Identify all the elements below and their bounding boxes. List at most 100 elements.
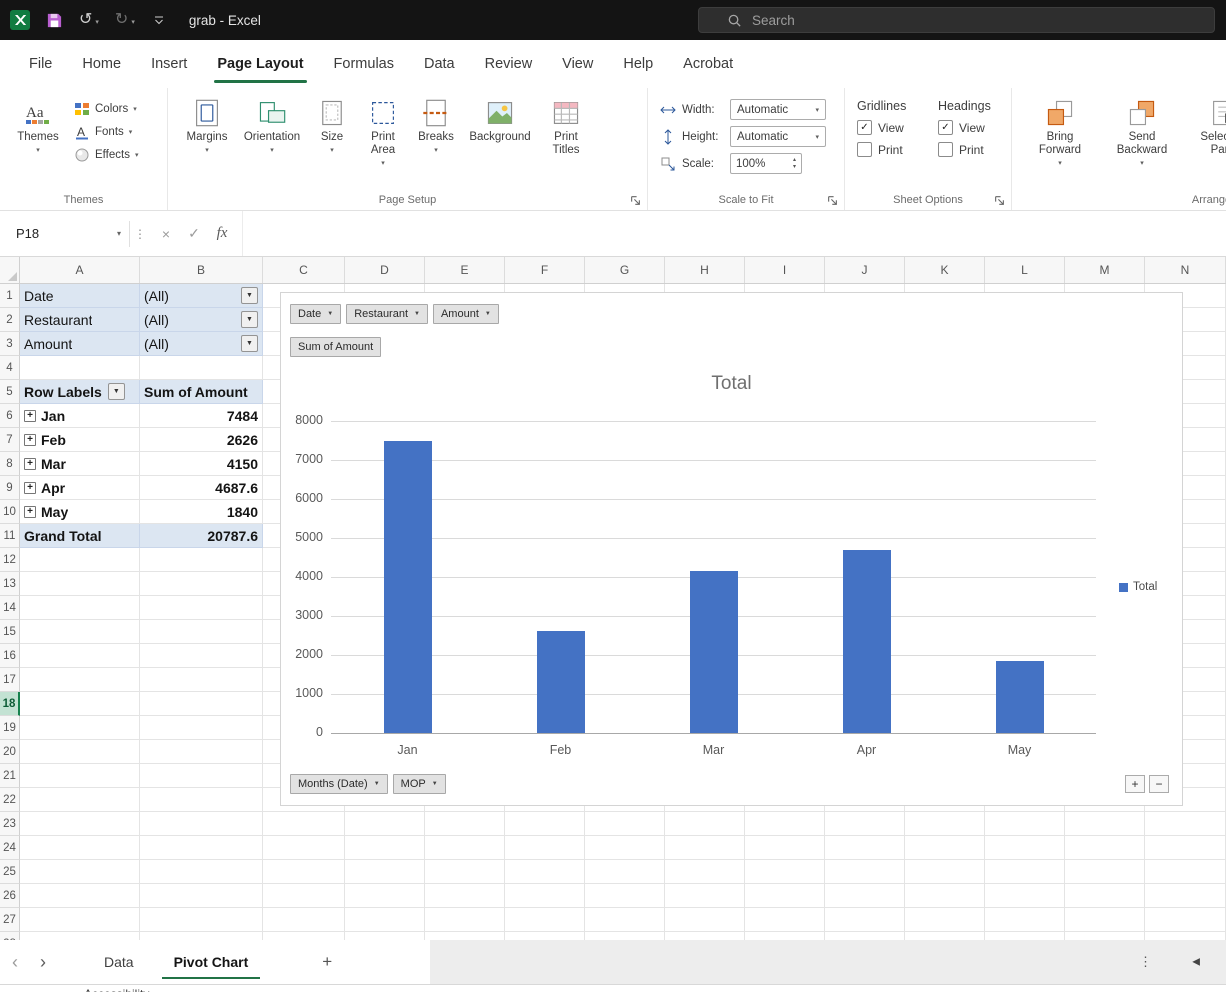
cell-B5[interactable]: Sum of Amount — [140, 380, 263, 404]
column-header-D[interactable]: D — [345, 257, 425, 283]
cell-H25[interactable] — [665, 860, 745, 884]
cell-M27[interactable] — [1065, 908, 1145, 932]
cell-A20[interactable] — [20, 740, 140, 764]
chart-field-button-restaurant[interactable]: Restaurant ▼ — [346, 304, 428, 324]
cell-J27[interactable] — [825, 908, 905, 932]
row-header-28[interactable]: 28 — [0, 932, 20, 940]
cell-I28[interactable] — [745, 932, 825, 940]
effects-button[interactable]: Effects ▾ — [74, 147, 138, 163]
tabbar-more-icon[interactable]: ⋮ — [1139, 954, 1152, 970]
undo-button[interactable]: ↺ ▾ — [79, 12, 99, 28]
cell-N26[interactable] — [1145, 884, 1226, 908]
cell-A16[interactable] — [20, 644, 140, 668]
cell-H23[interactable] — [665, 812, 745, 836]
gridlines-view-checkbox[interactable]: ✓ View — [857, 120, 924, 135]
cell-L24[interactable] — [985, 836, 1065, 860]
cell-K26[interactable] — [905, 884, 985, 908]
cell-B21[interactable] — [140, 764, 263, 788]
row-header-25[interactable]: 25 — [0, 860, 20, 884]
cell-I24[interactable] — [745, 836, 825, 860]
row-header-18[interactable]: 18 — [0, 692, 20, 716]
cell-A27[interactable] — [20, 908, 140, 932]
column-header-M[interactable]: M — [1065, 257, 1145, 283]
expand-button[interactable]: + — [24, 481, 36, 494]
accessibility-status[interactable]: Accessibility — [84, 987, 1226, 992]
cell-A17[interactable] — [20, 668, 140, 692]
background-button[interactable]: Background — [464, 96, 536, 144]
cell-E28[interactable] — [425, 932, 505, 940]
row-header-27[interactable]: 27 — [0, 908, 20, 932]
cell-A8[interactable]: + Mar — [20, 452, 140, 476]
cell-C27[interactable] — [263, 908, 345, 932]
cell-B3[interactable]: (All) ▼ — [140, 332, 263, 356]
cell-H28[interactable] — [665, 932, 745, 940]
chart-axis-field-button-months-date-[interactable]: Months (Date) ▼ — [290, 774, 388, 794]
cell-F27[interactable] — [505, 908, 585, 932]
column-header-F[interactable]: F — [505, 257, 585, 283]
send-backward-button[interactable]: Send Backward ▾ — [1110, 96, 1174, 168]
chart-axis-field-button-mop[interactable]: MOP ▼ — [392, 774, 446, 794]
cell-J25[interactable] — [825, 860, 905, 884]
chevron-down-icon[interactable]: ▾ — [117, 229, 121, 238]
cell-A18[interactable] — [20, 692, 140, 716]
save-icon[interactable] — [46, 12, 63, 29]
chart-field-button-amount[interactable]: Amount ▼ — [432, 304, 499, 324]
select-all-corner[interactable] — [0, 257, 20, 283]
cell-E26[interactable] — [425, 884, 505, 908]
colors-button[interactable]: Colors ▾ — [74, 101, 138, 117]
cell-D27[interactable] — [345, 908, 425, 932]
cell-B24[interactable] — [140, 836, 263, 860]
cell-A22[interactable] — [20, 788, 140, 812]
cell-M24[interactable] — [1065, 836, 1145, 860]
column-header-L[interactable]: L — [985, 257, 1065, 283]
row-header-7[interactable]: 7 — [0, 428, 20, 452]
bar-jan[interactable] — [383, 441, 432, 733]
cell-A2[interactable]: Restaurant — [20, 308, 140, 332]
search-box[interactable]: Search — [698, 7, 1215, 33]
cell-A26[interactable] — [20, 884, 140, 908]
row-header-15[interactable]: 15 — [0, 620, 20, 644]
cell-J28[interactable] — [825, 932, 905, 940]
cell-A23[interactable] — [20, 812, 140, 836]
cell-B9[interactable]: 4687.6 — [140, 476, 263, 500]
cell-K24[interactable] — [905, 836, 985, 860]
expand-button[interactable]: + — [24, 409, 36, 422]
cell-B6[interactable]: 7484 — [140, 404, 263, 428]
fonts-button[interactable]: A Fonts ▾ — [74, 124, 138, 140]
column-header-N[interactable]: N — [1145, 257, 1226, 283]
row-header-20[interactable]: 20 — [0, 740, 20, 764]
cell-B2[interactable]: (All) ▼ — [140, 308, 263, 332]
bring-forward-button[interactable]: Bring Forward ▾ — [1028, 96, 1092, 168]
sheet-tab-pivot-chart[interactable]: Pivot Chart — [154, 940, 269, 984]
cell-H26[interactable] — [665, 884, 745, 908]
column-header-J[interactable]: J — [825, 257, 905, 283]
tab-review[interactable]: Review — [470, 40, 548, 88]
cell-G28[interactable] — [585, 932, 665, 940]
tab-file[interactable]: File — [14, 40, 67, 88]
cell-B19[interactable] — [140, 716, 263, 740]
row-header-1[interactable]: 1 — [0, 284, 20, 308]
tab-home[interactable]: Home — [67, 40, 136, 88]
excel-app-icon[interactable] — [10, 10, 30, 30]
cell-A4[interactable] — [20, 356, 140, 380]
cell-B8[interactable]: 4150 — [140, 452, 263, 476]
add-sheet-button[interactable]: + — [308, 940, 346, 984]
margins-button[interactable]: Margins ▾ — [180, 96, 234, 155]
cell-G27[interactable] — [585, 908, 665, 932]
cell-I25[interactable] — [745, 860, 825, 884]
chart-field-button-date[interactable]: Date ▼ — [290, 304, 342, 324]
cell-M26[interactable] — [1065, 884, 1145, 908]
cell-A9[interactable]: + Apr — [20, 476, 140, 500]
tab-acrobat[interactable]: Acrobat — [668, 40, 748, 88]
cell-N25[interactable] — [1145, 860, 1226, 884]
print-area-button[interactable]: Print Area ▾ — [358, 96, 408, 168]
cell-N23[interactable] — [1145, 812, 1226, 836]
cell-B10[interactable]: 1840 — [140, 500, 263, 524]
column-header-K[interactable]: K — [905, 257, 985, 283]
row-header-24[interactable]: 24 — [0, 836, 20, 860]
cell-G26[interactable] — [585, 884, 665, 908]
cell-H27[interactable] — [665, 908, 745, 932]
row-header-13[interactable]: 13 — [0, 572, 20, 596]
cell-F28[interactable] — [505, 932, 585, 940]
expand-button[interactable]: + — [24, 457, 36, 470]
